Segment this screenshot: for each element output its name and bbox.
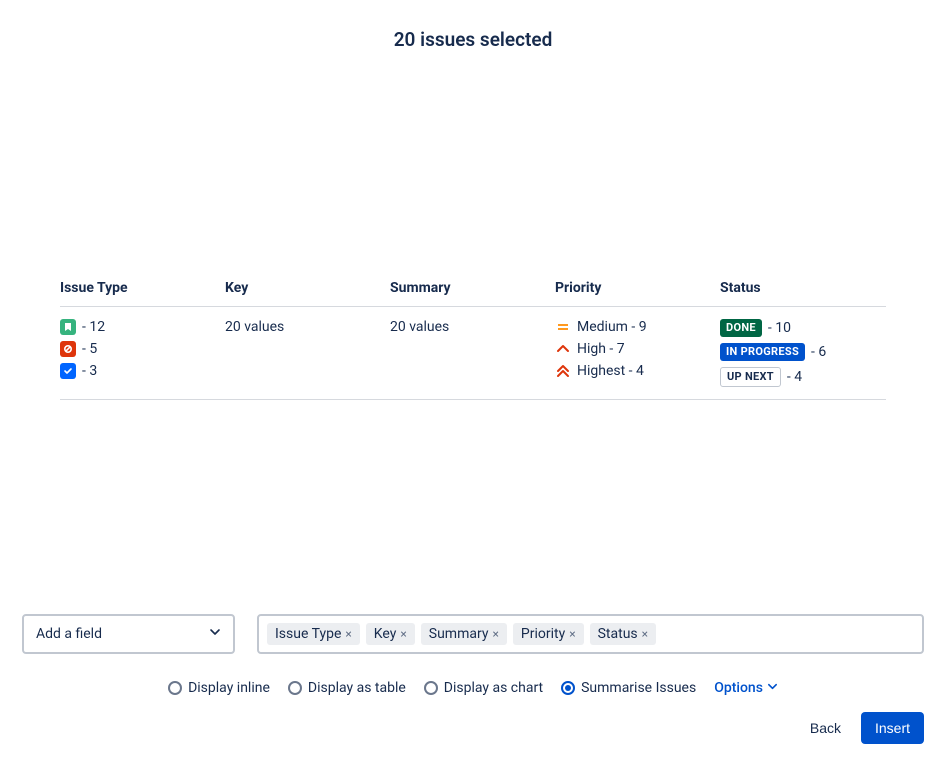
priority-highest-icon bbox=[555, 363, 571, 379]
options-label: Options bbox=[714, 680, 763, 696]
status-item: IN PROGRESS - 6 bbox=[720, 343, 878, 361]
field-chip[interactable]: Priority × bbox=[513, 623, 584, 645]
issue-type-item: - 12 bbox=[60, 319, 217, 335]
col-header-priority: Priority bbox=[555, 270, 720, 307]
priority-high-icon bbox=[555, 341, 571, 357]
radio-label: Display as chart bbox=[444, 680, 543, 696]
field-chip-container[interactable]: Issue Type × Key × Summary × Priority × … bbox=[257, 614, 924, 654]
page-title: 20 issues selected bbox=[0, 0, 946, 61]
radio-label: Summarise Issues bbox=[581, 680, 696, 696]
chip-remove-icon[interactable]: × bbox=[569, 627, 575, 641]
display-option-inline[interactable]: Display inline bbox=[168, 680, 270, 696]
chip-label: Key bbox=[374, 626, 397, 642]
status-badge-in-progress: IN PROGRESS bbox=[720, 343, 805, 361]
issue-type-count: - 3 bbox=[82, 363, 97, 379]
radio-label: Display as table bbox=[308, 680, 406, 696]
field-chip[interactable]: Issue Type × bbox=[267, 623, 360, 645]
chevron-down-icon bbox=[209, 626, 221, 642]
status-item: UP NEXT - 4 bbox=[720, 367, 878, 387]
key-cell: 20 values bbox=[225, 319, 284, 335]
field-chip[interactable]: Summary × bbox=[421, 623, 507, 645]
chip-remove-icon[interactable]: × bbox=[345, 627, 351, 641]
col-header-key: Key bbox=[225, 270, 390, 307]
issue-type-count: - 5 bbox=[82, 341, 97, 357]
radio-icon bbox=[168, 681, 182, 695]
col-header-summary: Summary bbox=[390, 270, 555, 307]
radio-icon bbox=[288, 681, 302, 695]
status-count: - 4 bbox=[787, 369, 802, 385]
status-count: - 6 bbox=[811, 344, 826, 360]
story-icon bbox=[60, 319, 76, 335]
add-field-label: Add a field bbox=[36, 626, 102, 642]
summary-row: - 12 - 5 - 3 bbox=[60, 307, 886, 400]
status-badge-up-next: UP NEXT bbox=[720, 367, 781, 387]
bug-icon bbox=[60, 341, 76, 357]
chip-remove-icon[interactable]: × bbox=[400, 627, 406, 641]
chip-remove-icon[interactable]: × bbox=[492, 627, 498, 641]
priority-label: Highest - 4 bbox=[577, 363, 644, 379]
priority-label: High - 7 bbox=[577, 341, 625, 357]
field-chip[interactable]: Status × bbox=[590, 623, 656, 645]
priority-item: High - 7 bbox=[555, 341, 712, 357]
issue-type-count: - 12 bbox=[82, 319, 105, 335]
col-header-issue-type: Issue Type bbox=[60, 270, 225, 307]
chevron-down-icon bbox=[767, 680, 778, 696]
back-button[interactable]: Back bbox=[806, 712, 845, 744]
col-header-status: Status bbox=[720, 270, 886, 307]
options-dropdown[interactable]: Options bbox=[714, 680, 778, 696]
priority-item: Medium - 9 bbox=[555, 319, 712, 335]
summary-table: Issue Type Key Summary Priority Status -… bbox=[60, 270, 886, 400]
priority-medium-icon bbox=[555, 319, 571, 335]
chip-label: Issue Type bbox=[275, 626, 341, 642]
status-count: - 10 bbox=[768, 320, 791, 336]
radio-icon bbox=[561, 681, 575, 695]
priority-item: Highest - 4 bbox=[555, 363, 712, 379]
display-option-table[interactable]: Display as table bbox=[288, 680, 406, 696]
status-badge-done: DONE bbox=[720, 319, 762, 337]
summary-cell: 20 values bbox=[390, 319, 449, 335]
display-option-chart[interactable]: Display as chart bbox=[424, 680, 543, 696]
chip-remove-icon[interactable]: × bbox=[642, 627, 648, 641]
display-option-summarise[interactable]: Summarise Issues bbox=[561, 680, 696, 696]
priority-label: Medium - 9 bbox=[577, 319, 647, 335]
issue-type-item: - 3 bbox=[60, 363, 217, 379]
chip-label: Summary bbox=[429, 626, 489, 642]
radio-label: Display inline bbox=[188, 680, 270, 696]
field-chip[interactable]: Key × bbox=[366, 623, 415, 645]
insert-button[interactable]: Insert bbox=[861, 712, 924, 744]
status-item: DONE - 10 bbox=[720, 319, 878, 337]
chip-label: Priority bbox=[521, 626, 565, 642]
radio-icon bbox=[424, 681, 438, 695]
task-icon bbox=[60, 363, 76, 379]
issue-type-item: - 5 bbox=[60, 341, 217, 357]
chip-label: Status bbox=[598, 626, 638, 642]
add-field-dropdown[interactable]: Add a field bbox=[22, 614, 235, 654]
